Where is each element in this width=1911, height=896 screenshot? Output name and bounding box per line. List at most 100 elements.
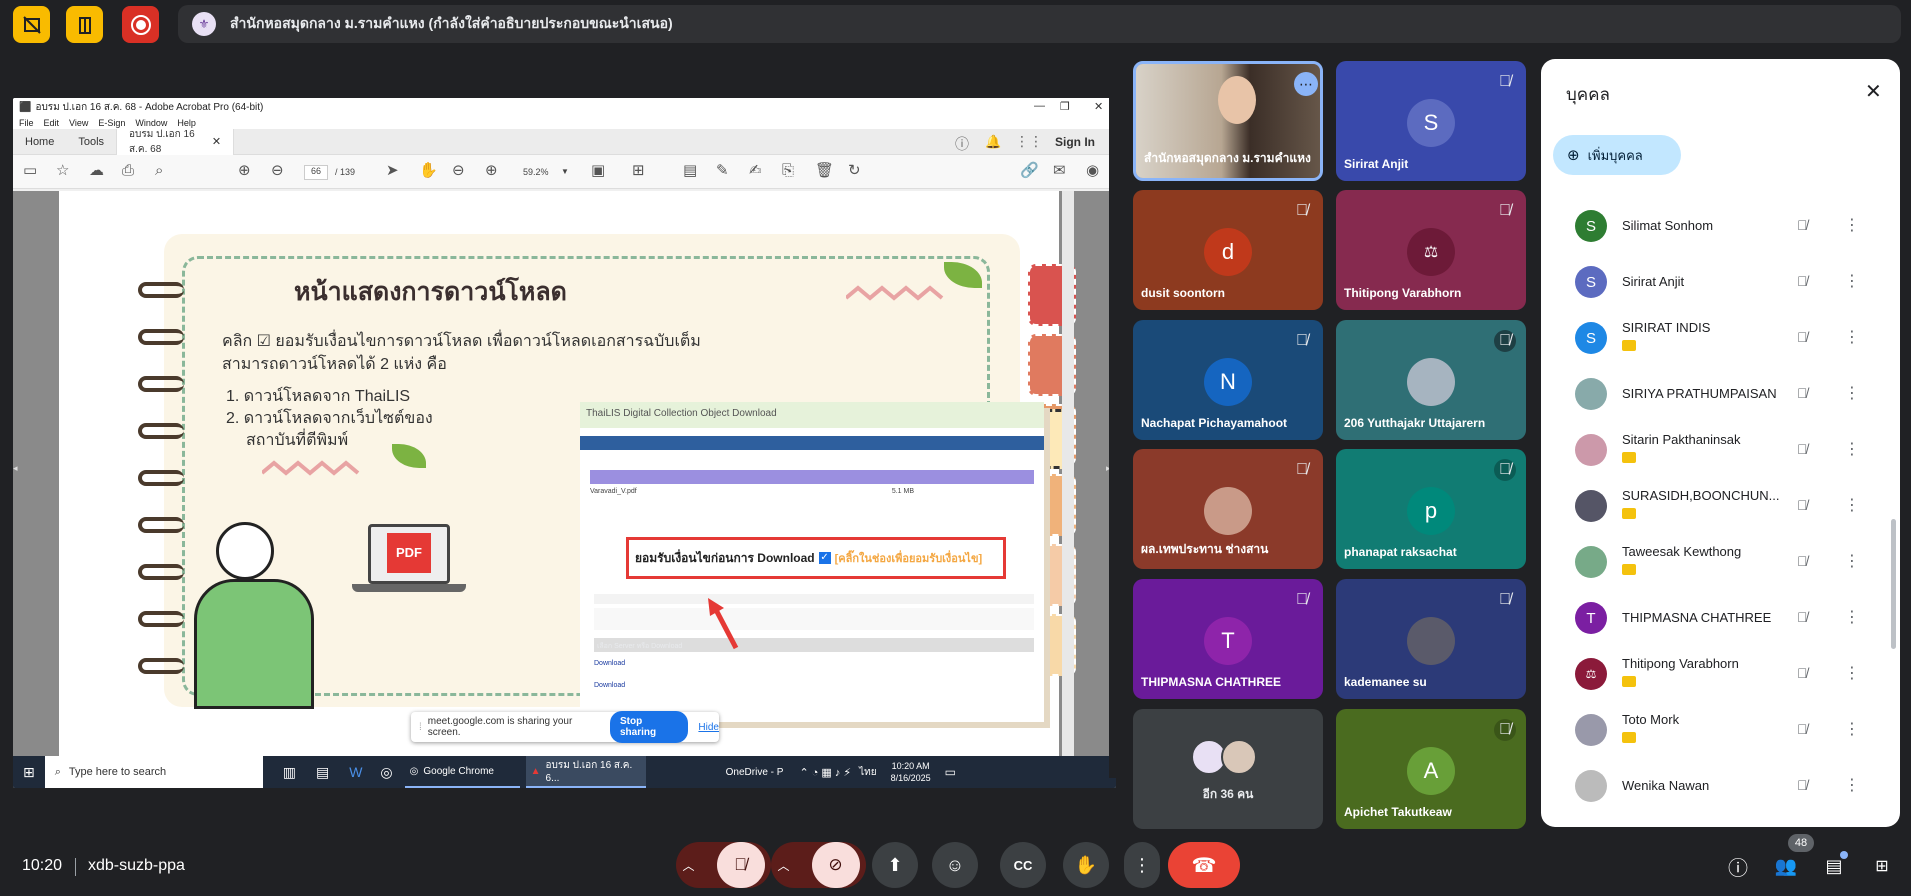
more-options-icon[interactable]: ⋮	[1844, 551, 1860, 571]
stop-sharing-button[interactable]: Stop sharing	[609, 711, 689, 743]
page-number-input[interactable]: 66	[304, 165, 328, 180]
close-panel-icon[interactable]: ✕	[1865, 79, 1882, 104]
more-options-icon[interactable]: ⋯	[1294, 72, 1318, 96]
video-tile[interactable]: A 🎙̸ Apichet Takutkeaw	[1336, 709, 1526, 829]
close-tab-icon[interactable]: ✕	[212, 135, 221, 148]
rotate-icon[interactable]: ↻	[848, 163, 861, 179]
list-item[interactable]: SURASIDH,BOONCHUN... 🎙̸ ⋮	[1541, 481, 1881, 531]
list-item[interactable]: T THIPMASNA CHATHREE 🎙̸ ⋮	[1541, 593, 1881, 643]
more-options-icon[interactable]: ⋮	[1844, 775, 1860, 795]
delete-icon[interactable]: 🗑	[815, 163, 834, 179]
stamp-icon[interactable]: ⎘	[782, 163, 794, 179]
tab-home[interactable]: Home	[13, 129, 66, 155]
upload-icon[interactable]: ☁	[89, 163, 104, 179]
menu-edit[interactable]: Edit	[44, 118, 60, 128]
video-tile[interactable]: S 🎙̸ Sirirat Anjit	[1336, 61, 1526, 181]
hand-tool-icon[interactable]: ✋	[419, 163, 438, 179]
list-item[interactable]: S Silimat Sonhom 🎙̸ ⋮	[1541, 201, 1881, 251]
recording-button[interactable]	[122, 6, 159, 43]
zoom-in-icon[interactable]: ⊕	[485, 163, 498, 179]
menu-esign[interactable]: E-Sign	[98, 118, 125, 128]
more-options-icon[interactable]: ⋮	[1844, 215, 1860, 235]
sign-icon[interactable]: ✍	[749, 163, 762, 179]
close-window-icon[interactable]: ✕	[1094, 100, 1103, 113]
email-icon[interactable]: ✉	[1053, 163, 1066, 179]
taskbar-acrobat[interactable]: ▲ อบรม ป.เอก 16 ส.ค. 6...	[525, 756, 646, 788]
taskbar-search-box[interactable]: ⌕ Type here to search	[44, 756, 263, 788]
video-tile[interactable]: d 🎙̸ dusit soontorn	[1133, 190, 1323, 310]
select-tool-icon[interactable]: ➤	[386, 163, 399, 179]
more-options-icon[interactable]: ⋮	[1844, 719, 1860, 739]
muted-mic-icon[interactable]: 🎙̸	[1797, 385, 1808, 401]
more-options-icon[interactable]: ⋮	[1844, 439, 1860, 459]
muted-mic-icon[interactable]: 🎙̸	[1797, 609, 1808, 625]
add-people-button[interactable]: ⊕ เพิ่มบุคคล	[1553, 135, 1681, 175]
maximize-icon[interactable]: ❐	[1060, 100, 1070, 113]
menu-view[interactable]: View	[69, 118, 88, 128]
companion-mode-button[interactable]	[66, 6, 103, 43]
comment-icon[interactable]: ▤	[683, 163, 697, 179]
zoom-level[interactable]: 59.2%	[523, 167, 549, 177]
tray-icons[interactable]: ⌃ ◔ ▦ ♪ ⚡	[799, 766, 851, 779]
language-indicator[interactable]: ไทย	[859, 765, 876, 780]
zoom-out-icon[interactable]: ⊖	[452, 163, 465, 179]
zoom-dropdown-icon[interactable]: ▼	[561, 167, 569, 176]
chrome-icon[interactable]: ◎	[380, 764, 392, 781]
muted-mic-icon[interactable]: 🎙̸	[1797, 273, 1808, 289]
leave-call-button[interactable]: ☎	[1168, 842, 1240, 888]
taskbar-clock[interactable]: 10:20 AM 8/16/2025	[891, 760, 931, 784]
account-icon[interactable]: ◉	[1086, 163, 1099, 179]
fit-page-icon[interactable]: ▣	[591, 163, 605, 179]
onedrive-label[interactable]: OneDrive - P	[726, 767, 784, 778]
camera-off-button[interactable]: ⊘	[811, 842, 860, 888]
muted-mic-icon[interactable]: 🎙̸	[1797, 441, 1808, 457]
muted-mic-icon[interactable]: 🎙̸	[1797, 329, 1808, 345]
muted-mic-icon[interactable]: 🎙̸	[1797, 553, 1808, 569]
hide-link[interactable]: Hide	[698, 722, 719, 733]
video-tile[interactable]: 🎙̸ 206 Yutthajakr Uttajarern	[1336, 320, 1526, 440]
windows-start-icon[interactable]: ⊞	[23, 764, 35, 781]
file-explorer-icon[interactable]: ▤	[316, 764, 329, 781]
measure-icon[interactable]: ⊞	[632, 163, 645, 179]
more-options-icon[interactable]: ⋮	[1844, 271, 1860, 291]
muted-mic-icon[interactable]: 🎙̸	[1797, 665, 1808, 681]
print-icon[interactable]: ⎙	[122, 163, 134, 179]
notification-icon[interactable]: ▭	[945, 765, 956, 779]
muted-mic-icon[interactable]: 🎙̸	[1797, 217, 1808, 233]
video-tile[interactable]: N 🎙̸ Nachapat Pichayamahoot	[1133, 320, 1323, 440]
present-button[interactable]: ⬆	[872, 842, 918, 888]
page-down-icon[interactable]: ⊖	[271, 163, 284, 179]
mic-off-button[interactable]: 🎙̸	[716, 842, 765, 888]
muted-mic-icon[interactable]: 🎙̸	[1797, 777, 1808, 793]
tab-document[interactable]: อบรม ป.เอก 16 ส.ค. 68 ✕	[116, 128, 235, 155]
video-tile[interactable]: p 🎙̸ phanapat raksachat	[1336, 449, 1526, 569]
video-tile[interactable]: ⚖ 🎙̸ Thitipong Varabhorn	[1336, 190, 1526, 310]
list-item[interactable]: Taweesak Kewthong 🎙̸ ⋮	[1541, 537, 1881, 587]
list-item[interactable]: ⚖ Thitipong Varabhorn 🎙̸ ⋮	[1541, 649, 1881, 699]
muted-mic-icon[interactable]: 🎙̸	[1797, 497, 1808, 513]
video-tile[interactable]: 🎙̸ kademanee su	[1336, 579, 1526, 699]
muted-mic-icon[interactable]: 🎙̸	[1797, 721, 1808, 737]
sign-in-link[interactable]: Sign In	[1055, 135, 1095, 149]
link-icon[interactable]: 🔗	[1020, 163, 1039, 179]
menu-file[interactable]: File	[19, 118, 34, 128]
search-icon[interactable]: ⌕	[155, 163, 163, 179]
taskbar-chrome[interactable]: ◎ Google Chrome	[404, 756, 520, 788]
list-item[interactable]: Wenika Nawan 🎙̸ ⋮	[1541, 761, 1881, 809]
list-item[interactable]: S Sirirat Anjit 🎙̸ ⋮	[1541, 257, 1881, 307]
more-options-icon[interactable]: ⋮	[1844, 607, 1860, 627]
highlight-icon[interactable]: ✎	[716, 163, 729, 179]
bell-icon[interactable]: 🔔	[985, 134, 1001, 150]
word-icon[interactable]: W	[349, 764, 362, 780]
help-icon[interactable]: ⓘ	[955, 134, 969, 154]
video-tile[interactable]: 🎙̸ ผล.เทพประทาน ช่างสาน	[1133, 449, 1323, 569]
activities-icon[interactable]: ⊞	[1870, 854, 1894, 878]
people-icon[interactable]: 👥	[1774, 854, 1798, 878]
meeting-info-icon[interactable]: ⓘ	[1726, 854, 1750, 880]
raise-hand-button[interactable]: ✋	[1063, 842, 1109, 888]
list-item[interactable]: Sitarin Pakthaninsak 🎙̸ ⋮	[1541, 425, 1881, 475]
video-tile[interactable]: T 🎙̸ THIPMASNA CHATHREE	[1133, 579, 1323, 699]
star-icon[interactable]: ☆	[56, 163, 69, 179]
minimize-icon[interactable]: —	[1034, 100, 1045, 112]
more-options-icon[interactable]: ⋮	[1844, 327, 1860, 347]
